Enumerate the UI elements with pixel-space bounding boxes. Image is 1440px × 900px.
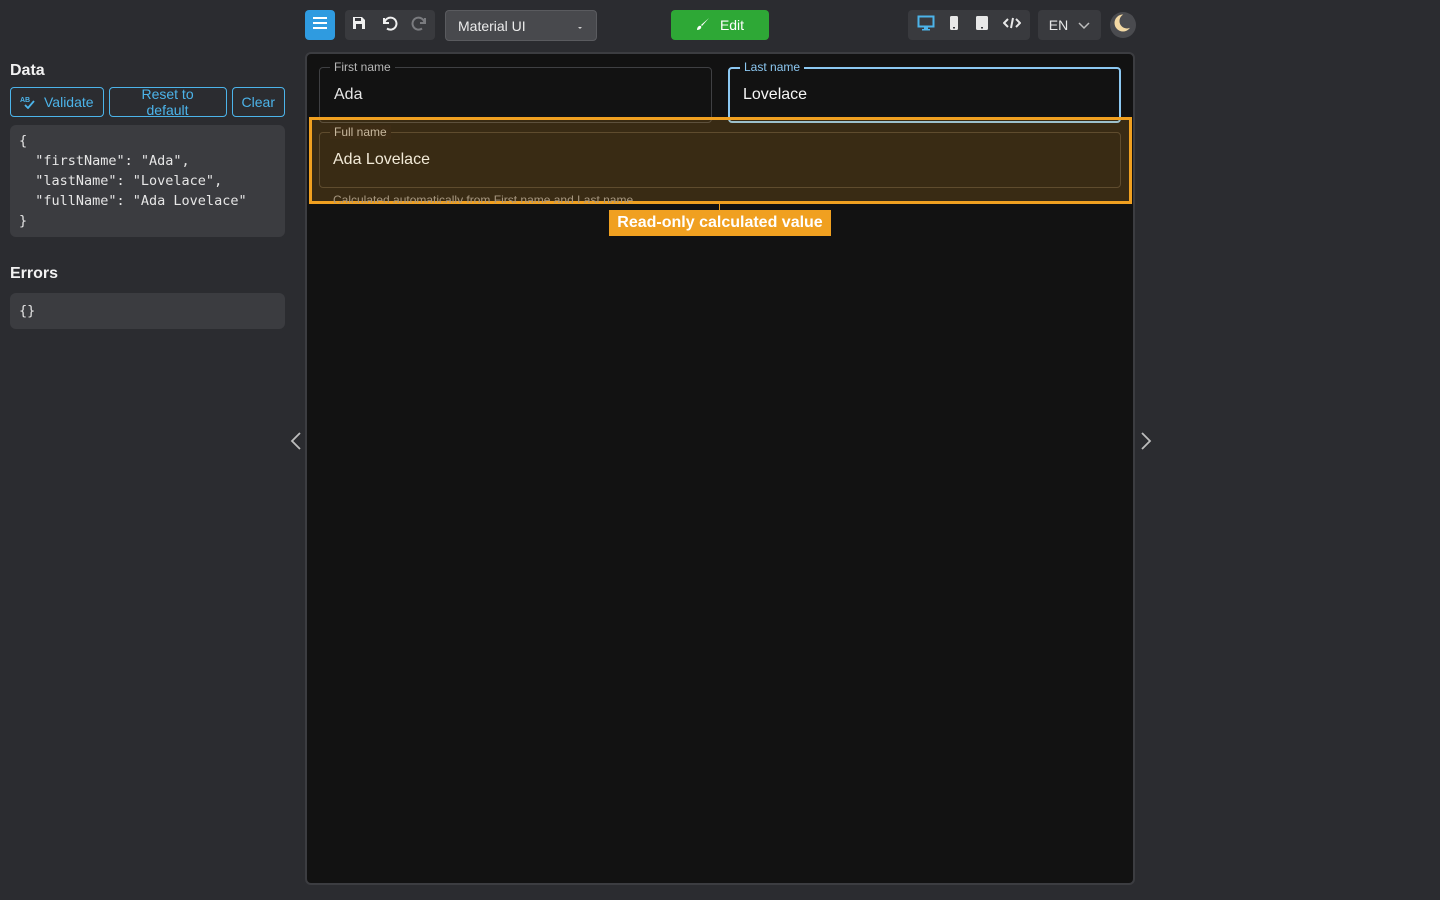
phone-icon[interactable]: [948, 15, 960, 36]
chevron-down-icon: [1078, 17, 1090, 33]
edit-label: Edit: [719, 17, 745, 33]
full-name-value: Ada Lovelace: [333, 151, 430, 168]
last-name-field[interactable]: Last name Lovelace: [728, 60, 1121, 123]
brush-icon: [696, 17, 710, 34]
theme-select-value: Material UI: [458, 17, 526, 34]
data-json-view: { "firstName": "Ada", "lastName": "Lovel…: [10, 125, 285, 237]
validate-button[interactable]: AB Validate: [10, 87, 104, 117]
code-icon[interactable]: [1002, 16, 1022, 35]
chevron-right-icon: [1140, 431, 1152, 456]
theme-select[interactable]: Material UI: [445, 10, 597, 41]
moon-icon: [1113, 13, 1135, 38]
menu-button[interactable]: [305, 10, 335, 40]
save-icon[interactable]: [351, 15, 367, 36]
first-name-field[interactable]: First name Ada: [319, 60, 712, 123]
undo-icon[interactable]: [380, 14, 398, 37]
last-name-label: Last name: [740, 60, 805, 74]
data-title: Data: [10, 62, 45, 79]
reset-to-default-button[interactable]: Reset to default: [108, 86, 227, 118]
first-name-value: Ada: [334, 86, 363, 103]
dark-mode-toggle[interactable]: [1110, 12, 1136, 38]
first-name-label: First name: [330, 60, 395, 74]
device-preview-group: [908, 10, 1030, 40]
collapse-left-panel-button[interactable]: [289, 431, 303, 456]
svg-text:AB: AB: [20, 97, 30, 104]
redo-icon[interactable]: [411, 14, 429, 37]
last-name-value: Lovelace: [743, 86, 808, 103]
spellcheck-icon: AB: [20, 95, 36, 109]
left-panel: Data AB Validate Reset to default Clear …: [10, 60, 285, 329]
menu-icon: [312, 16, 328, 35]
read-only-tag: Read-only calculated value: [609, 210, 831, 236]
full-name-field: Full name Ada Lovelace: [319, 125, 1121, 188]
validate-label: Validate: [44, 94, 94, 110]
chevron-left-icon: [290, 431, 302, 456]
edit-button[interactable]: Edit: [671, 10, 769, 40]
full-name-label: Full name: [330, 125, 391, 139]
data-actions: AB Validate Reset to default Clear: [10, 86, 285, 118]
clear-button[interactable]: Clear: [231, 87, 285, 117]
language-select[interactable]: EN: [1038, 10, 1101, 40]
tablet-icon[interactable]: [974, 15, 990, 36]
errors-json-view: {}: [10, 293, 285, 329]
history-controls: [345, 10, 435, 40]
desktop-icon[interactable]: [917, 15, 935, 36]
errors-title: Errors: [10, 265, 59, 282]
expand-right-panel-button[interactable]: [1139, 431, 1153, 456]
language-value: EN: [1048, 17, 1069, 33]
full-name-helper-text: Calculated automatically from First name…: [333, 193, 634, 203]
select-caret-icon: [576, 18, 584, 34]
